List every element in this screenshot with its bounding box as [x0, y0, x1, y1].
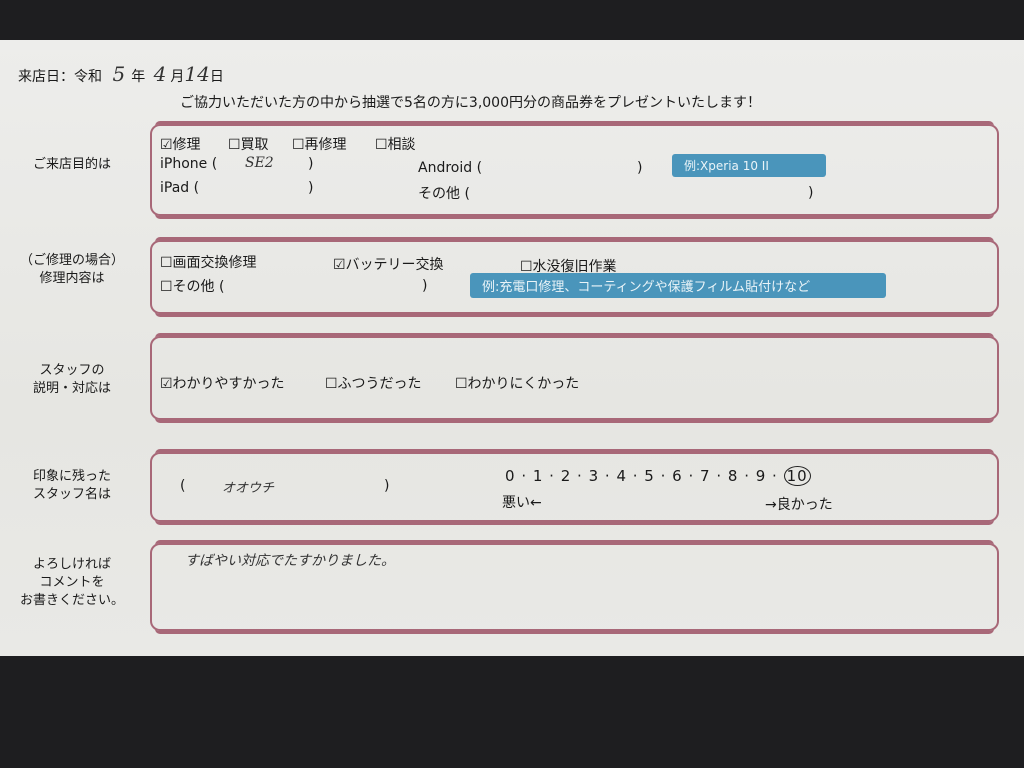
staff-name-close: ) [384, 478, 390, 494]
rating-option-4[interactable]: 4 [616, 467, 627, 485]
scale-separator: · [654, 467, 673, 485]
purpose-option-rerepair[interactable]: ☐再修理 [292, 134, 347, 154]
scale-separator: · [738, 467, 756, 485]
purpose-box [150, 124, 999, 216]
visit-year: 5 [112, 62, 126, 86]
explanation-option-unclear[interactable]: ☐わかりにくかった [455, 373, 579, 393]
iphone-close: ) [308, 156, 314, 172]
day-unit: 日 [209, 69, 224, 85]
year-unit: 年 [131, 69, 146, 85]
repair-hint-bubble: 例:充電口修理、コーティングや保護フィルム貼付けなど [470, 273, 886, 298]
scale-separator: · [766, 467, 784, 485]
comment-label-line1: よろしければ [32, 557, 111, 572]
rating-scale: 0 · 1 · 2 · 3 · 4 · 5 · 6 · 7 · 8 · 9 · … [505, 466, 811, 486]
android-close: ) [637, 160, 643, 176]
purpose-option-repair[interactable]: ☑修理 [160, 134, 201, 154]
explanation-option-normal[interactable]: ☐ふつうだった [325, 373, 422, 393]
rating-option-3[interactable]: 3 [589, 467, 600, 485]
rating-option-8[interactable]: 8 [728, 467, 739, 485]
repair-option-battery[interactable]: ☑バッテリー交換 [333, 254, 444, 274]
repair-other-close: ) [422, 278, 428, 294]
scale-separator: · [626, 467, 645, 485]
scale-separator: · [710, 467, 728, 485]
comment-label-line2: コメントを [39, 575, 105, 590]
visit-month: 4 [153, 62, 167, 86]
rating-bad-label: 悪い← [502, 495, 542, 511]
staff-name-box [150, 452, 999, 522]
rating-option-1[interactable]: 1 [533, 467, 544, 485]
campaign-text: ご協力いただいた方の中から抽選で5名の方に3,000円分の商品券をプレゼントいた… [180, 95, 761, 111]
comment-field[interactable]: すばやい対応でたすかりました。 [185, 550, 395, 570]
rating-good-label: →良かった [765, 497, 833, 513]
explanation-label-line2: 説明・対応は [32, 381, 111, 396]
rating-option-6[interactable]: 6 [672, 467, 683, 485]
scale-separator: · [571, 467, 589, 485]
explanation-option-clear[interactable]: ☑わかりやすかった [160, 373, 285, 393]
rating-option-0[interactable]: 0 [505, 467, 516, 485]
repair-label: （ご修理の場合） 修理内容は [2, 252, 142, 288]
repair-label-line2: 修理内容は [39, 271, 105, 286]
rating-option-5[interactable]: 5 [644, 467, 655, 485]
purpose-option-consult[interactable]: ☐相談 [375, 134, 416, 154]
purpose-other-close: ) [808, 185, 814, 201]
comment-label: よろしければ コメントをお書きください。 [2, 556, 142, 610]
comment-label-line3: お書きください。 [19, 593, 124, 608]
android-label: Android ( [418, 160, 483, 176]
purpose-other-label: その他 ( [418, 186, 470, 202]
staff-name-open: ( [180, 478, 186, 494]
scale-separator: · [515, 467, 533, 485]
rating-option-7[interactable]: 7 [700, 467, 711, 485]
month-unit: 月 [170, 69, 185, 85]
ipad-close: ) [308, 180, 314, 196]
purpose-label: ご来店目的は [32, 157, 111, 172]
android-hint-bubble: 例:Xperia 10 II [672, 154, 826, 177]
visit-date-label: 来店日：令和 [18, 69, 102, 85]
iphone-model-field[interactable]: SE2 [245, 155, 274, 171]
explanation-label: スタッフの説明・対応は [2, 362, 142, 398]
repair-option-screen[interactable]: ☐画面交換修理 [160, 252, 257, 272]
rating-option-2[interactable]: 2 [561, 467, 572, 485]
scale-separator: · [682, 467, 701, 485]
purpose-option-buy[interactable]: ☐買取 [228, 134, 269, 154]
scale-separator: · [543, 467, 561, 485]
iphone-label: iPhone ( [160, 156, 218, 172]
rating-option-10[interactable]: 10 [783, 466, 811, 486]
ipad-label: iPad ( [160, 180, 200, 196]
scale-separator: · [599, 467, 617, 485]
rating-option-9[interactable]: 9 [756, 467, 767, 485]
visit-date: 来店日：令和 5年 4 月14日 [18, 62, 224, 86]
repair-option-other[interactable]: ☐その他 ( [160, 276, 224, 296]
visit-day: 14 [184, 62, 210, 86]
repair-label-line1: （ご修理の場合） [19, 253, 124, 268]
staff-name-label-line2: スタッフ名は [32, 487, 111, 502]
explanation-label-line1: スタッフの [39, 363, 105, 378]
staff-name-label-line1: 印象に残った [32, 469, 111, 484]
staff-name-field[interactable]: オオウチ [222, 477, 274, 496]
staff-name-label: 印象に残った スタッフ名は [2, 468, 142, 504]
